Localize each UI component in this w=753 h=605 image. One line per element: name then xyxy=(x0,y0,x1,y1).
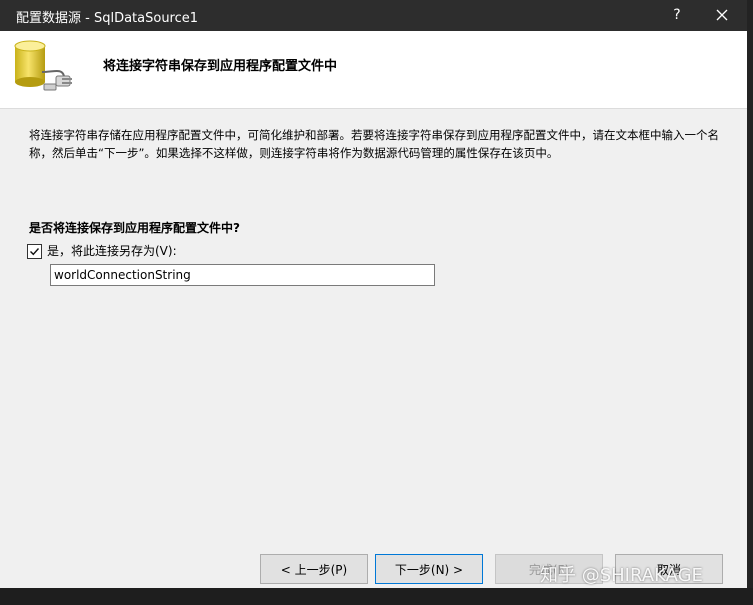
watermark-text: 知乎 @SHIRAKAGE xyxy=(540,565,703,586)
checkmark-icon xyxy=(30,248,40,256)
window-title: 配置数据源 - SqlDataSource1 xyxy=(16,11,199,26)
save-connection-checkbox[interactable] xyxy=(27,244,42,259)
title-bar: 配置数据源 - SqlDataSource1 ? xyxy=(0,0,747,31)
help-button[interactable]: ? xyxy=(665,4,689,26)
next-button[interactable]: 下一步(N) > xyxy=(375,554,483,584)
save-question-label: 是否将连接保存到应用程序配置文件中? xyxy=(29,221,240,235)
database-plug-icon xyxy=(14,40,72,91)
wizard-header: 将连接字符串保存到应用程序配置文件中 xyxy=(0,31,747,109)
desktop-background-strip xyxy=(0,588,753,605)
page-heading: 将连接字符串保存到应用程序配置文件中 xyxy=(103,59,338,74)
close-icon xyxy=(716,9,728,21)
description-text: 将连接字符串存储在应用程序配置文件中，可简化维护和部署。若要将连接字符串保存到应… xyxy=(29,128,719,160)
close-button[interactable] xyxy=(707,4,737,26)
save-connection-checkbox-label[interactable]: 是，将此连接另存为(V): xyxy=(47,242,177,259)
connection-name-input[interactable]: worldConnectionString xyxy=(50,264,435,286)
configure-datasource-dialog: 配置数据源 - SqlDataSource1 ? 将连接字符串保存到应用程序配置… xyxy=(0,0,748,588)
background-edge xyxy=(747,0,753,605)
previous-button[interactable]: < 上一步(P) xyxy=(260,554,368,584)
